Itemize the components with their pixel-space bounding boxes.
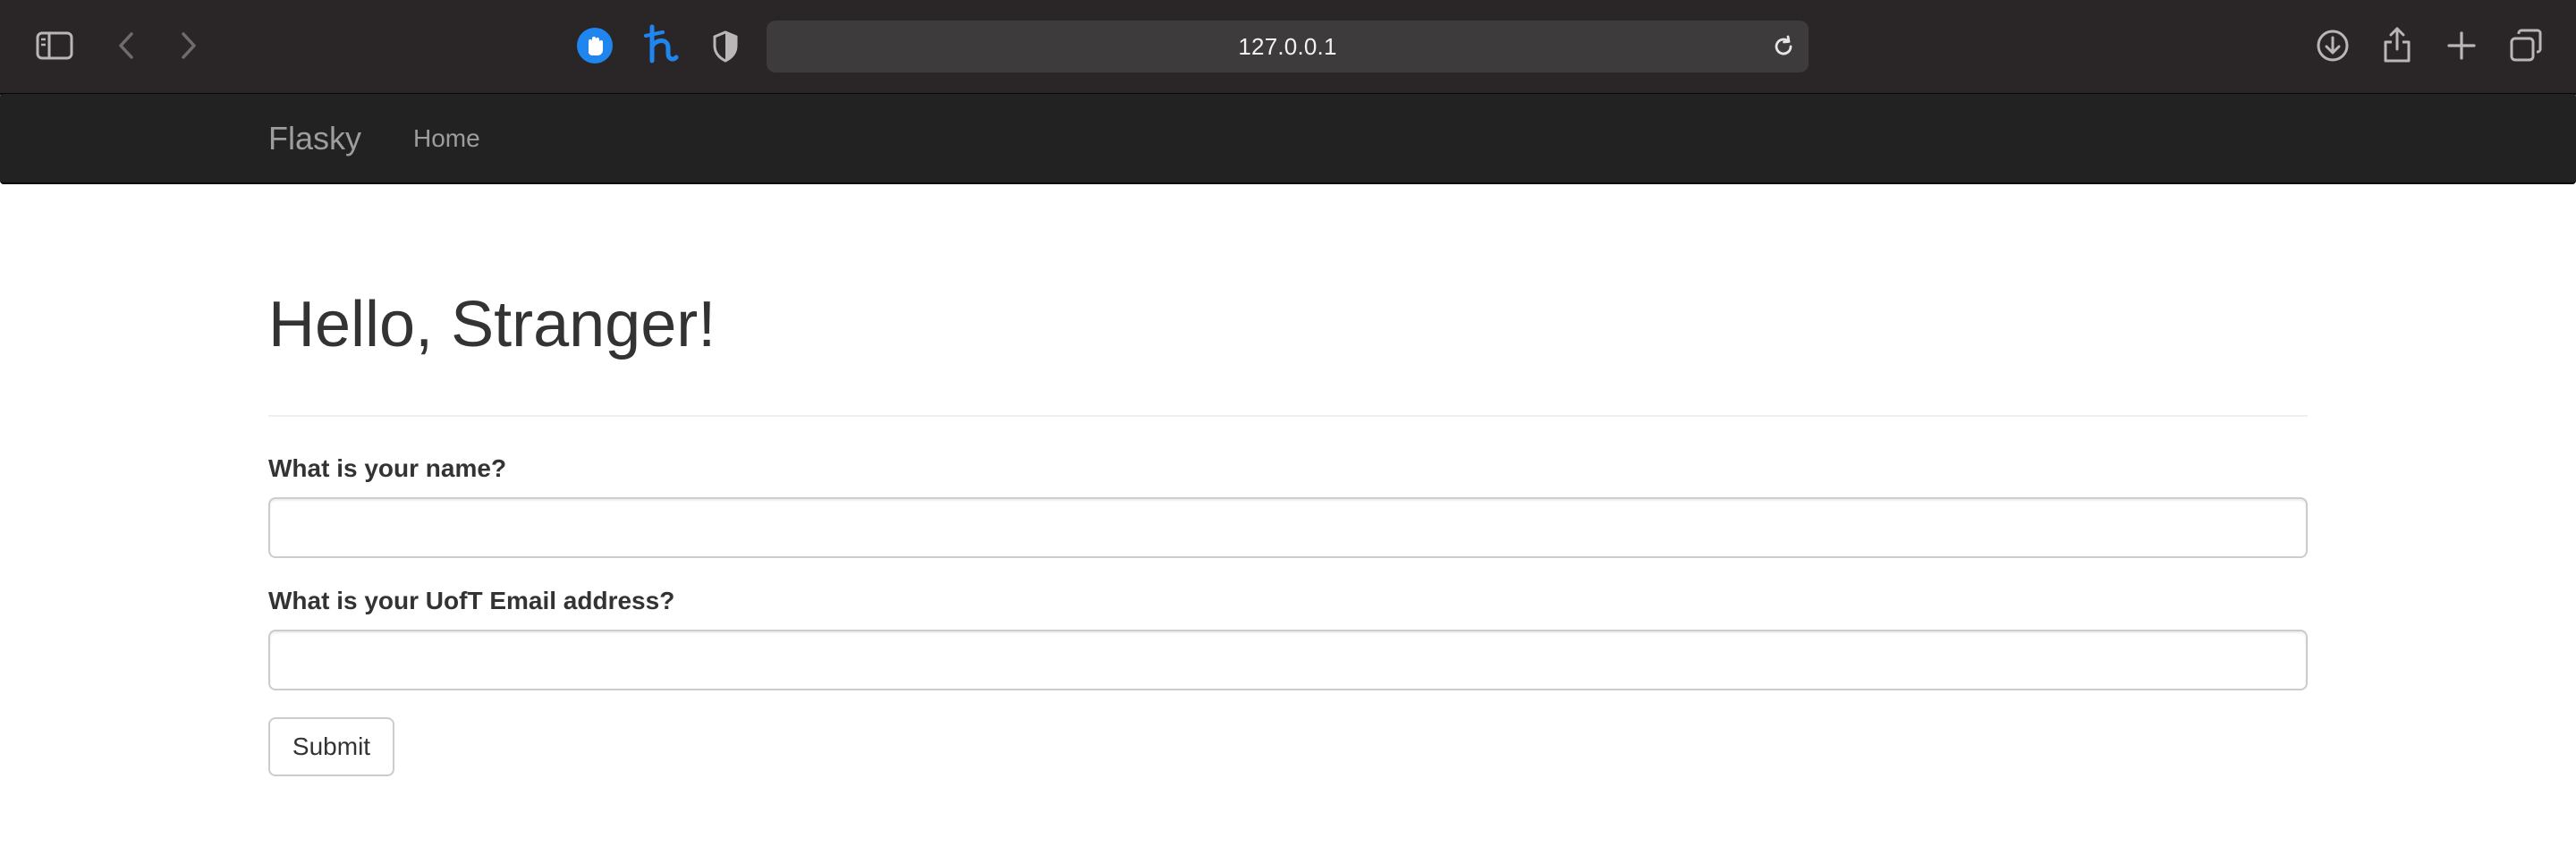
- back-arrow-icon[interactable]: [113, 30, 140, 62]
- sidebar-icon[interactable]: [34, 30, 75, 62]
- header-divider: [268, 415, 2308, 417]
- name-label: What is your name?: [268, 454, 507, 482]
- nav-link-home[interactable]: Home: [413, 94, 480, 183]
- submit-button[interactable]: Submit: [268, 717, 394, 776]
- navbar: Flasky Home: [0, 93, 2576, 184]
- forward-arrow-icon[interactable]: [175, 30, 202, 62]
- honey-extension-icon[interactable]: [642, 23, 680, 66]
- email-label: What is your UofT Email address?: [268, 587, 675, 614]
- privacy-shield-icon[interactable]: [710, 30, 741, 63]
- page-title: Hello, Stranger!: [268, 289, 716, 360]
- browser-toolbar: 127.0.0.1: [0, 0, 2576, 95]
- name-field[interactable]: [268, 497, 2308, 558]
- new-tab-icon[interactable]: [2445, 29, 2478, 63]
- downloads-icon[interactable]: [2315, 28, 2351, 63]
- reload-icon[interactable]: [1771, 34, 1796, 59]
- address-bar[interactable]: 127.0.0.1: [767, 21, 1809, 72]
- navbar-brand[interactable]: Flasky: [268, 94, 361, 183]
- url-text: 127.0.0.1: [1238, 33, 1337, 60]
- tab-overview-icon[interactable]: [2508, 28, 2544, 63]
- share-icon[interactable]: [2381, 25, 2413, 64]
- email-field[interactable]: [268, 630, 2308, 690]
- hand-extension-icon[interactable]: [576, 27, 614, 64]
